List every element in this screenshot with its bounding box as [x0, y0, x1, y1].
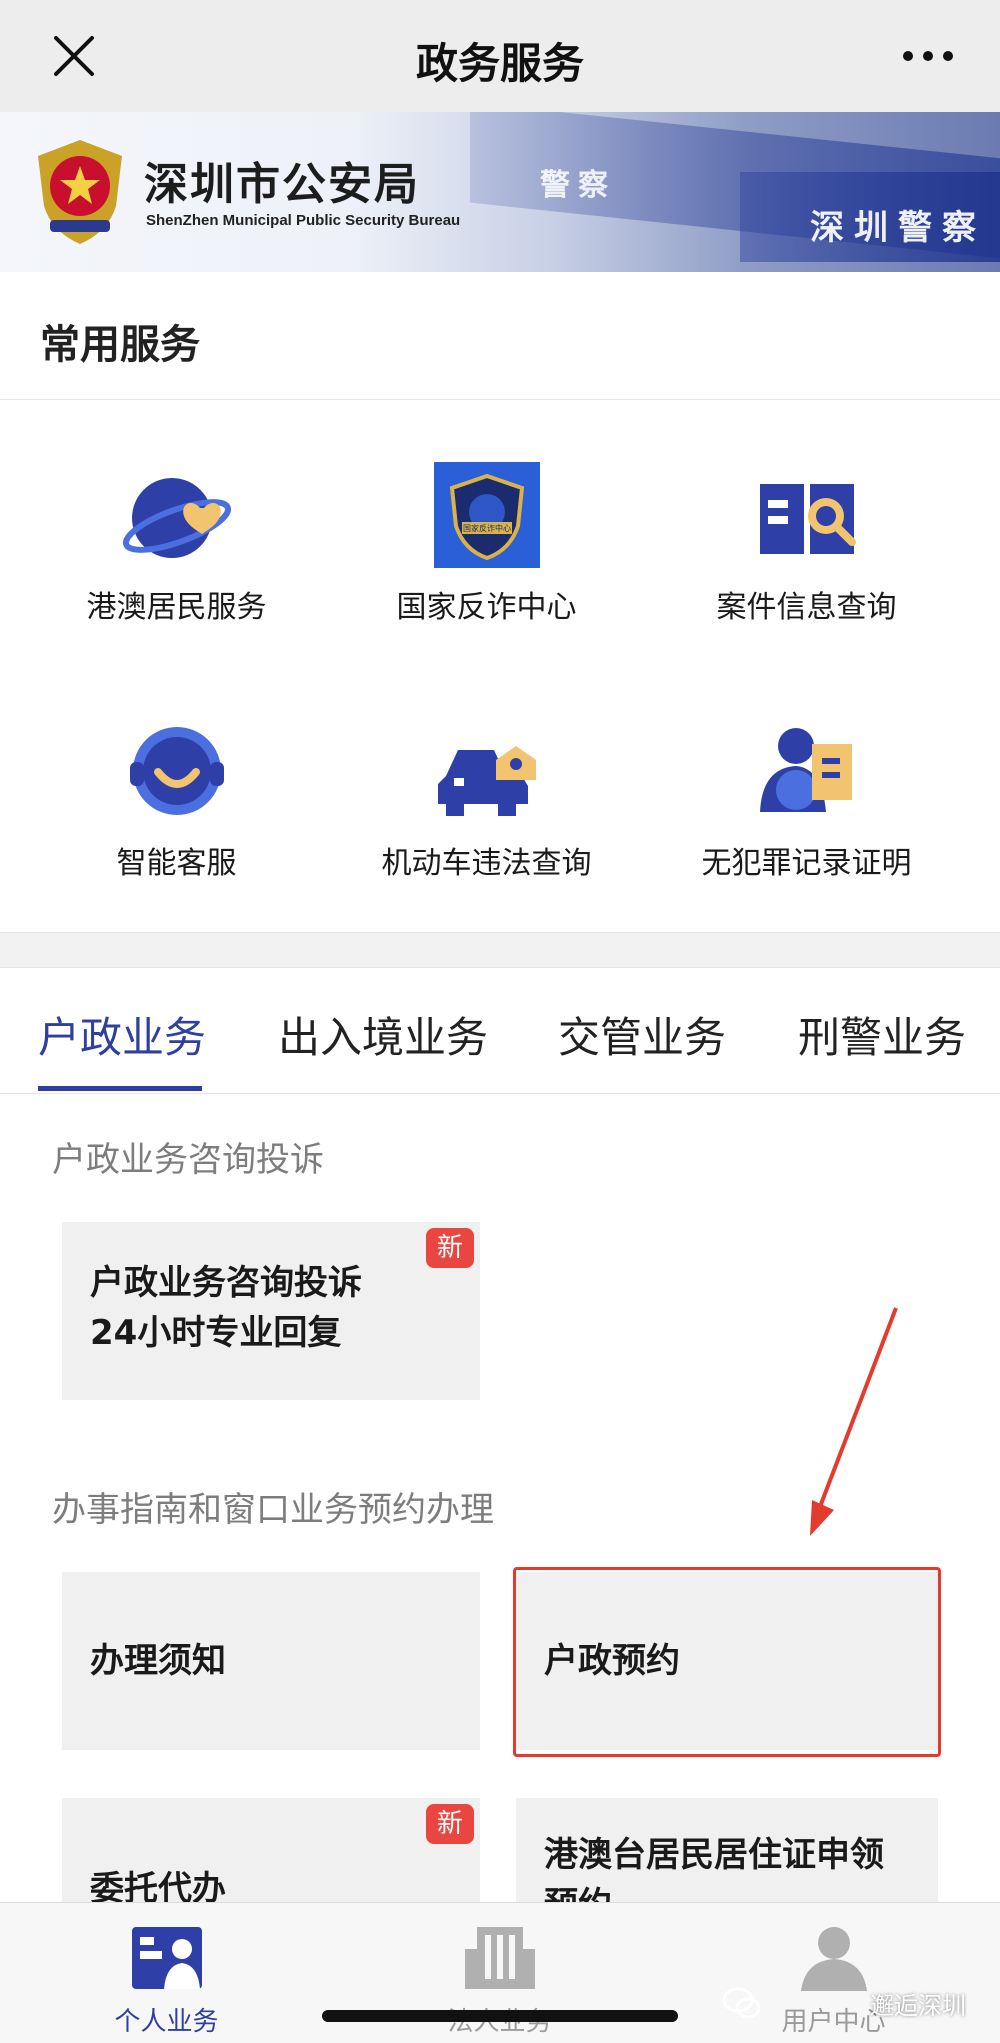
hk-macau-resident-icon	[122, 478, 232, 558]
smart-service-icon	[130, 727, 224, 815]
tab-traffic[interactable]: 交管业务	[558, 1004, 726, 1065]
title-bar: 政务服务	[0, 0, 1000, 112]
nav-user-center[interactable]: 用户中心	[667, 1903, 1000, 2043]
svg-text:国家反诈中心: 国家反诈中心	[463, 523, 511, 533]
home-indicator[interactable]	[322, 2010, 678, 2022]
wechat-icon	[722, 1987, 761, 2019]
tab-household[interactable]: 户政业务	[38, 1004, 206, 1065]
tab-criminal[interactable]: 刑警业务	[798, 1004, 966, 1065]
service-label: 案件信息查询	[716, 590, 897, 625]
service-case-query[interactable]: 案件信息查询	[640, 420, 973, 660]
user-center-icon	[801, 1927, 867, 1991]
service-label: 智能客服	[116, 846, 237, 881]
section-title: 常用服务	[40, 322, 200, 368]
anti-fraud-center-icon: 国家反诈中心	[434, 462, 540, 568]
service-no-criminal-record[interactable]: 无犯罪记录证明	[640, 676, 973, 916]
card-title: 办理须知	[90, 1641, 226, 1681]
card-subtitle: 预约	[544, 1880, 612, 1902]
service-label: 港澳居民服务	[86, 590, 267, 625]
nav-label: 个人业务	[114, 2007, 219, 2037]
service-smart-service[interactable]: 智能客服	[10, 676, 343, 916]
personal-business-icon	[132, 1927, 202, 1989]
banner-stripe-text: 警察	[540, 168, 616, 203]
service-label: 机动车违法查询	[381, 846, 592, 881]
entrust-card[interactable]: 委托代办 新	[62, 1798, 480, 1902]
guide-card[interactable]: 办理须知	[62, 1572, 480, 1750]
banner-stripe-text: 深圳警察	[810, 208, 986, 248]
police-emblem-icon	[38, 140, 122, 244]
service-label: 国家反诈中心	[396, 590, 577, 625]
service-label: 无犯罪记录证明	[701, 846, 912, 881]
police-bureau-banner: 警察 深圳警察 深圳市公安局 ShenZhen Municipal Public…	[0, 112, 1000, 272]
nav-corporate[interactable]: 法人业务	[333, 1903, 666, 2043]
page-title: 政务服务	[415, 39, 584, 88]
residence-permit-card[interactable]: 港澳台居民居住证申领 预约	[516, 1798, 938, 1902]
org-name-en: ShenZhen Municipal Public Security Burea…	[146, 212, 461, 229]
case-query-icon	[760, 484, 856, 554]
no-criminal-record-icon	[760, 728, 852, 812]
new-badge: 新	[426, 1804, 474, 1844]
nav-personal[interactable]: 个人业务	[0, 1903, 333, 2043]
card-title: 委托代办	[90, 1869, 226, 1902]
category-title: 户政业务咨询投诉	[52, 1140, 324, 1180]
corporate-business-icon	[465, 1927, 535, 1989]
business-tabs: 户政业务 出入境业务 交管业务 刑警业务	[0, 968, 1000, 1094]
new-badge: 新	[426, 1228, 474, 1268]
tab-entry-exit[interactable]: 出入境业务	[278, 1004, 488, 1065]
vehicle-violation-icon	[438, 746, 536, 816]
org-name-cn: 深圳市公安局	[144, 159, 420, 210]
watermark: 邂逅深圳	[870, 1992, 966, 2020]
tab-content: 户政业务咨询投诉 户政业务咨询投诉 24小时专业回复 新 办事指南和窗口业务预约…	[0, 1094, 1000, 1902]
section-divider	[0, 932, 1000, 968]
service-hk-macau-resident[interactable]: 港澳居民服务	[10, 420, 343, 660]
common-services-grid: 港澳居民服务 国家反诈中心 国家反诈中心 案件信息查询 智能客服 机动车违法查询…	[0, 400, 1000, 932]
active-tab-indicator	[38, 1086, 202, 1091]
service-vehicle-violation[interactable]: 机动车违法查询	[320, 676, 653, 916]
consult-complaint-card[interactable]: 户政业务咨询投诉 24小时专业回复 新	[62, 1222, 480, 1400]
card-subtitle: 24小时专业回复	[90, 1313, 342, 1353]
card-title: 户政业务咨询投诉	[90, 1263, 362, 1303]
service-anti-fraud-center[interactable]: 国家反诈中心 国家反诈中心	[320, 420, 653, 660]
category-title: 办事指南和窗口业务预约办理	[52, 1490, 494, 1530]
annotation-arrow-icon	[810, 1307, 898, 1536]
highlight-box	[513, 1567, 941, 1757]
section-header: 常用服务	[0, 272, 1000, 400]
card-title: 港澳台居民居住证申领	[544, 1835, 884, 1875]
more-icon[interactable]	[900, 46, 956, 66]
